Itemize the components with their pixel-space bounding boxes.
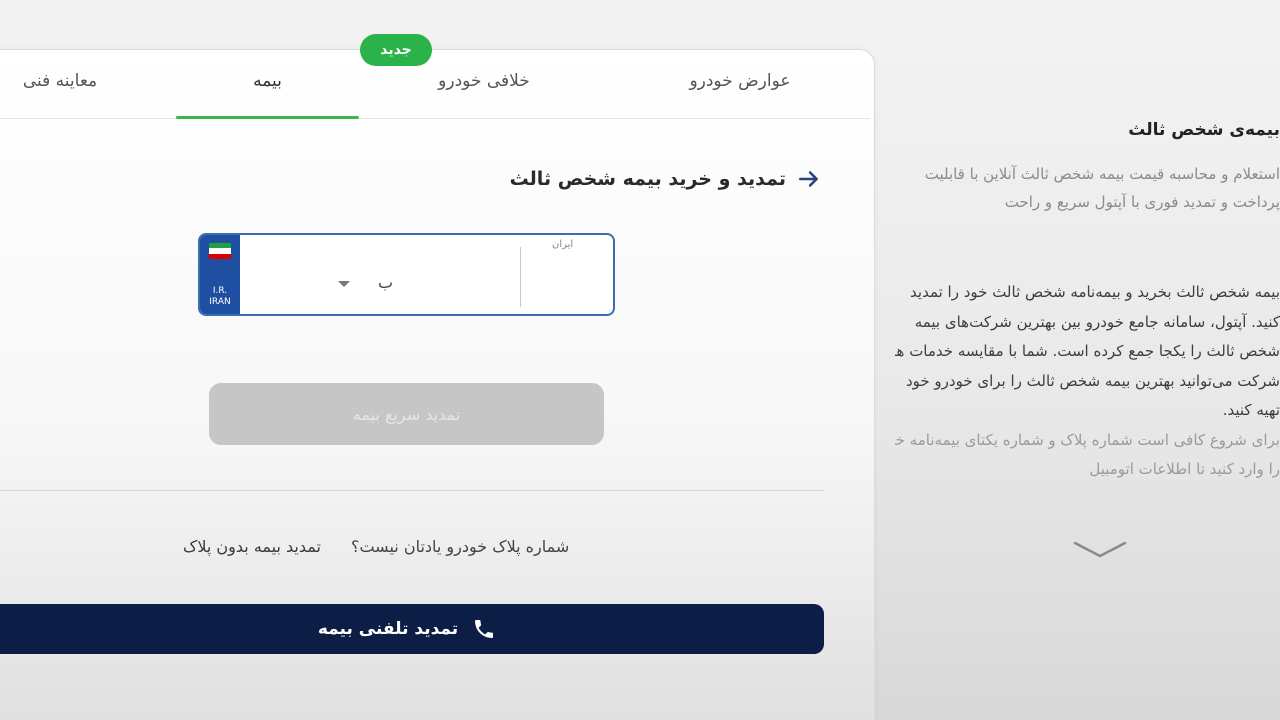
plate-hint-row: شماره پلاک خودرو یادتان نیست؟ تمدید بیمه… [183, 537, 569, 556]
tab-technical-inspection[interactable]: معاینه فنی [0, 71, 120, 91]
divider [0, 490, 825, 491]
plate-country-code: I.R. IRAN [209, 286, 231, 307]
phone-renew-button[interactable]: تمدید تلفنی بیمه [0, 604, 824, 654]
info-panel: بیمه‌ی شخص ثالث استعلام و محاسبه قیمت بی… [895, 0, 1280, 720]
active-tab-indicator [176, 116, 359, 119]
plate-iran-label: ایران [552, 239, 574, 250]
info-title: بیمه‌ی شخص ثالث [1128, 120, 1280, 140]
plate-letter-select[interactable]: ب [378, 273, 393, 292]
tab-insurance[interactable]: بیمه [176, 71, 359, 91]
phone-icon [475, 620, 494, 638]
tab-tolls[interactable]: عوارض خودرو [640, 71, 840, 91]
iran-flag-icon [209, 243, 231, 259]
renew-without-plate-link[interactable]: تمدید بیمه بدون پلاک [183, 537, 321, 556]
form-heading: تمدید و خرید بیمه شخص ثالث [510, 166, 822, 192]
license-plate-input[interactable]: I.R. IRAN ب ایران [198, 233, 615, 316]
info-intro: استعلام و محاسبه قیمت بیمه شخص ثالث آنلا… [924, 165, 1280, 211]
arrow-right-icon[interactable] [796, 166, 822, 192]
phone-renew-label: تمدید تلفنی بیمه [317, 619, 459, 639]
info-body-text: بیمه شخص ثالث بخرید و بیمه‌نامه شخص ثالث… [895, 283, 1280, 419]
info-body-continued: برای شروع کافی است شماره پلاک و شماره یک… [895, 430, 1280, 479]
service-tabs: عوارض خودرو خلافی خودرو بیمه معاینه فنی [0, 49, 870, 119]
plate-divider [520, 247, 521, 307]
plate-letter-dropdown-caret[interactable] [338, 281, 350, 287]
info-body: بیمه شخص ثالث بخرید و بیمه‌نامه شخص ثالث… [895, 278, 1280, 485]
quick-renew-button[interactable]: تمدید سریع بیمه [209, 383, 604, 445]
form-title: تمدید و خرید بیمه شخص ثالث [509, 168, 786, 190]
chevron-down-icon[interactable] [1073, 540, 1127, 560]
tab-traffic-fines[interactable]: خلافی خودرو [384, 71, 584, 91]
forgot-plate-question: شماره پلاک خودرو یادتان نیست؟ [350, 537, 570, 556]
new-badge: جدید [360, 34, 432, 66]
plate-country-strip: I.R. IRAN [200, 235, 240, 314]
